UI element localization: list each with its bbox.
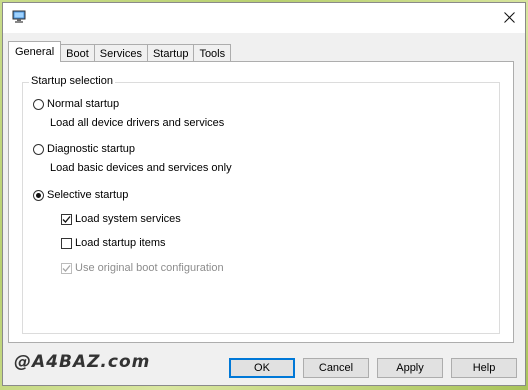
help-button[interactable]: Help [451,358,517,378]
normal-startup-label: Normal startup [47,98,120,110]
use-original-boot-label: Use original boot configuration [75,262,224,274]
diagnostic-startup-label: Diagnostic startup [47,143,136,155]
selective-startup-label: Selective startup [47,189,129,201]
watermark: @A4BAZ.com [14,352,151,372]
checkbox-checked-icon [61,213,72,225]
load-startup-items-checkbox[interactable]: Load startup items [61,237,166,249]
radio-unchecked-icon [33,98,44,110]
load-startup-items-label: Load startup items [75,237,166,249]
tab-strip: General Boot Services Startup Tools [8,41,232,62]
tab-startup[interactable]: Startup [146,44,195,62]
startup-selection-group: Startup selection Normal startup Load al… [22,75,500,334]
tab-boot[interactable]: Boot [60,44,95,62]
apply-button[interactable]: Apply [377,358,443,378]
cancel-button[interactable]: Cancel [303,358,369,378]
ok-button[interactable]: OK [229,358,295,378]
title-bar [3,3,525,33]
diagnostic-startup-radio[interactable]: Diagnostic startup [33,143,135,155]
selective-startup-radio[interactable]: Selective startup [33,189,128,201]
startup-selection-legend: Startup selection [29,75,115,87]
close-button[interactable] [499,9,519,29]
radio-checked-icon [33,189,44,201]
normal-startup-description: Load all device drivers and services [50,117,225,129]
tab-services[interactable]: Services [93,44,148,62]
normal-startup-radio[interactable]: Normal startup [33,98,119,110]
use-original-boot-checkbox[interactable]: Use original boot configuration [61,262,224,274]
radio-unchecked-icon [33,143,44,155]
close-icon [503,12,515,26]
load-system-services-label: Load system services [75,213,181,225]
tab-general[interactable]: General [8,41,62,62]
general-tab-panel: Startup selection Normal startup Load al… [8,61,514,343]
checkbox-unchecked-icon [61,237,72,249]
tab-tools[interactable]: Tools [193,44,232,62]
checkbox-checked-disabled-icon [61,262,72,274]
computer-icon [12,10,26,24]
load-system-services-checkbox[interactable]: Load system services [61,213,181,225]
diagnostic-startup-description: Load basic devices and services only [50,162,232,174]
